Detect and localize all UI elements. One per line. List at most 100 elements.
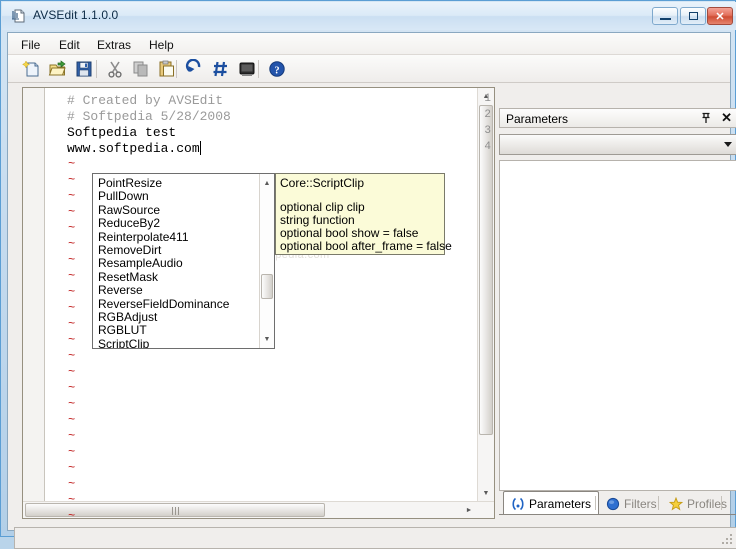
empty-line-marker: ~ (68, 253, 76, 267)
autocomplete-item[interactable]: RemoveDirt (98, 243, 161, 257)
close-button[interactable]: ✕ (707, 7, 733, 25)
line-number: 4 (484, 141, 491, 153)
text-caret (199, 141, 201, 155)
parameters-panel-title: Parameters (506, 112, 569, 126)
paste-button[interactable] (157, 59, 177, 79)
status-bar (14, 527, 736, 549)
autocomplete-item[interactable]: RGBAdjust (98, 310, 157, 324)
open-file-icon (48, 60, 66, 76)
client-area: File Edit Extras Help ? www.softpedia.co… (7, 32, 736, 549)
undo-icon (185, 58, 201, 73)
copy-button[interactable] (131, 59, 151, 79)
editor-vscroll-thumb[interactable] (479, 105, 493, 435)
code-line: www.softpedia.com (67, 141, 200, 156)
toolbar-separator (258, 60, 259, 78)
new-file-button[interactable] (22, 59, 42, 79)
menu-bar: File Edit Extras Help (8, 33, 730, 55)
maximize-icon (688, 12, 698, 20)
empty-line-marker: ~ (68, 349, 76, 363)
minimize-button[interactable] (652, 7, 678, 25)
empty-line-marker: ~ (68, 301, 76, 315)
line-number: 2 (484, 109, 491, 121)
autocomplete-item[interactable]: ReduceBy2 (98, 216, 160, 230)
menu-item-file[interactable]: File (16, 37, 45, 53)
autocomplete-item[interactable]: Reverse (98, 283, 143, 297)
autocomplete-item[interactable]: RawSource (98, 203, 160, 217)
ac-scroll-thumb[interactable] (261, 274, 273, 299)
empty-line-marker: ~ (68, 509, 76, 519)
undo-button[interactable] (185, 58, 205, 79)
save-file-icon (76, 61, 92, 77)
cut-button[interactable] (105, 59, 125, 79)
tab-parameters[interactable]: Parameters (503, 491, 600, 515)
menu-item-edit[interactable]: Edit (54, 37, 85, 53)
scroll-down-arrow[interactable]: ▼ (478, 485, 494, 501)
profiles-icon (669, 497, 683, 511)
toolbar-separator (176, 60, 177, 78)
code-line: # Softpedia 5/28/2008 (67, 109, 231, 124)
hash-button[interactable] (211, 59, 231, 79)
empty-line-marker: ~ (68, 365, 76, 379)
tab-strip-underline (499, 514, 736, 515)
maximize-button[interactable] (680, 7, 706, 25)
empty-line-marker: ~ (68, 493, 76, 507)
tab-separator (595, 496, 596, 510)
menu-item-help[interactable]: Help (144, 37, 179, 53)
new-file-icon (22, 60, 39, 77)
parameters-combo-box[interactable] (499, 134, 736, 155)
empty-line-marker: ~ (68, 221, 76, 235)
menu-item-extras[interactable]: Extras (92, 37, 136, 53)
title-bar: AVSEdit 1.1.0.0 ✕ (2, 2, 736, 30)
application-window: AVSEdit 1.1.0.0 ✕ File Edit Extras Help (0, 0, 736, 549)
line-number: 3 (484, 125, 491, 137)
resize-grip[interactable] (722, 534, 734, 546)
close-icon: ✕ (715, 10, 725, 23)
empty-line-marker: ~ (68, 381, 76, 395)
autocomplete-item[interactable]: PointResize (98, 176, 162, 190)
preview-button[interactable] (237, 59, 257, 79)
panel-close-icon[interactable]: ✕ (721, 111, 732, 124)
open-file-button[interactable] (48, 59, 68, 79)
autocomplete-item[interactable]: Reinterpolate411 (98, 230, 189, 244)
editor-horizontal-scrollbar[interactable]: ► (23, 501, 494, 518)
parameters-tab-strip: Parameters Filters Profiles (499, 491, 736, 515)
editor-gutter (23, 88, 45, 518)
ac-scroll-up-arrow[interactable]: ▲ (259, 175, 274, 191)
empty-line-marker: ~ (68, 333, 76, 347)
scroll-right-arrow[interactable]: ► (461, 502, 477, 518)
line-number: 1 (484, 93, 491, 105)
parameters-icon (512, 497, 524, 510)
empty-line-marker: ~ (68, 173, 76, 187)
help-button[interactable]: ? (267, 59, 287, 79)
cut-icon (108, 61, 122, 78)
tab-separator (658, 496, 659, 510)
autocomplete-scrollbar[interactable]: ▲ ▼ (259, 174, 274, 348)
toolbar-separator (96, 60, 97, 78)
autocomplete-item[interactable]: PullDown (98, 189, 149, 203)
autocomplete-item[interactable]: RGBLUT (98, 323, 147, 337)
save-file-button[interactable] (74, 59, 94, 79)
ac-scroll-down-arrow[interactable]: ▼ (259, 331, 274, 347)
copy-icon (133, 61, 148, 77)
autocomplete-item[interactable]: ResetMask (98, 270, 158, 284)
empty-line-marker: ~ (68, 157, 76, 171)
empty-line-marker: ~ (68, 397, 76, 411)
window-title: AVSEdit 1.1.0.0 (33, 8, 119, 22)
parameters-list-body[interactable] (499, 160, 736, 491)
pin-icon[interactable] (700, 112, 712, 125)
empty-line-marker: ~ (68, 461, 76, 475)
parameters-panel: Parameters ✕ Parameters Filters Profiles (499, 87, 736, 519)
empty-line-marker: ~ (68, 205, 76, 219)
tab-filters[interactable]: Filters (599, 493, 664, 515)
autocomplete-item[interactable]: ScriptClip (98, 337, 149, 348)
autocomplete-list[interactable]: ▲ ▼ PointResize PullDown RawSource ReduceBy… (92, 173, 275, 349)
signature-tooltip: Core::ScriptClip optional clip clip stri… (275, 173, 452, 255)
empty-line-marker: ~ (68, 189, 76, 203)
app-icon (12, 9, 25, 23)
autocomplete-item[interactable]: ReverseFieldDominance (98, 297, 229, 311)
autocomplete-item[interactable]: ResampleAudio (98, 256, 183, 270)
empty-line-marker: ~ (68, 285, 76, 299)
paste-icon (159, 60, 174, 77)
tab-profiles[interactable]: Profiles (662, 493, 734, 515)
tab-label: Parameters (529, 496, 592, 511)
